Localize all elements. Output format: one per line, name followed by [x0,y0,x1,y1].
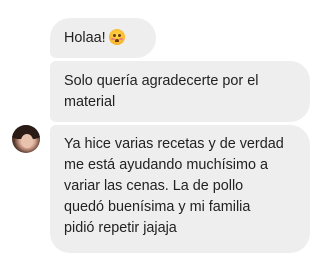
message-text-line: me está ayudando muchísimo a [64,157,268,173]
message-thread: Holaa! Solo quería agradecerte por el ma… [0,0,322,272]
message-text-line: Solo quería agradecerte por el [64,73,259,89]
message-text-line: variar las cenas. La de pollo [64,178,244,194]
message-text-line: quedó buenísima y mi familia [64,199,251,215]
message-text: Holaa! [64,30,106,46]
message-text-line: material [64,94,116,110]
sender-avatar[interactable] [12,125,40,153]
message-bubble[interactable]: Ya hice varias recetas y de verdad me es… [50,125,310,253]
pleading-face-emoji-icon [108,29,125,45]
message-text-line: pidió repetir jajaja [64,220,177,236]
message-bubble[interactable]: Holaa! [50,18,156,58]
message-bubble[interactable]: Solo quería agradecerte por el material [50,61,310,122]
message-text-line: Ya hice varias recetas y de verdad [64,136,284,152]
